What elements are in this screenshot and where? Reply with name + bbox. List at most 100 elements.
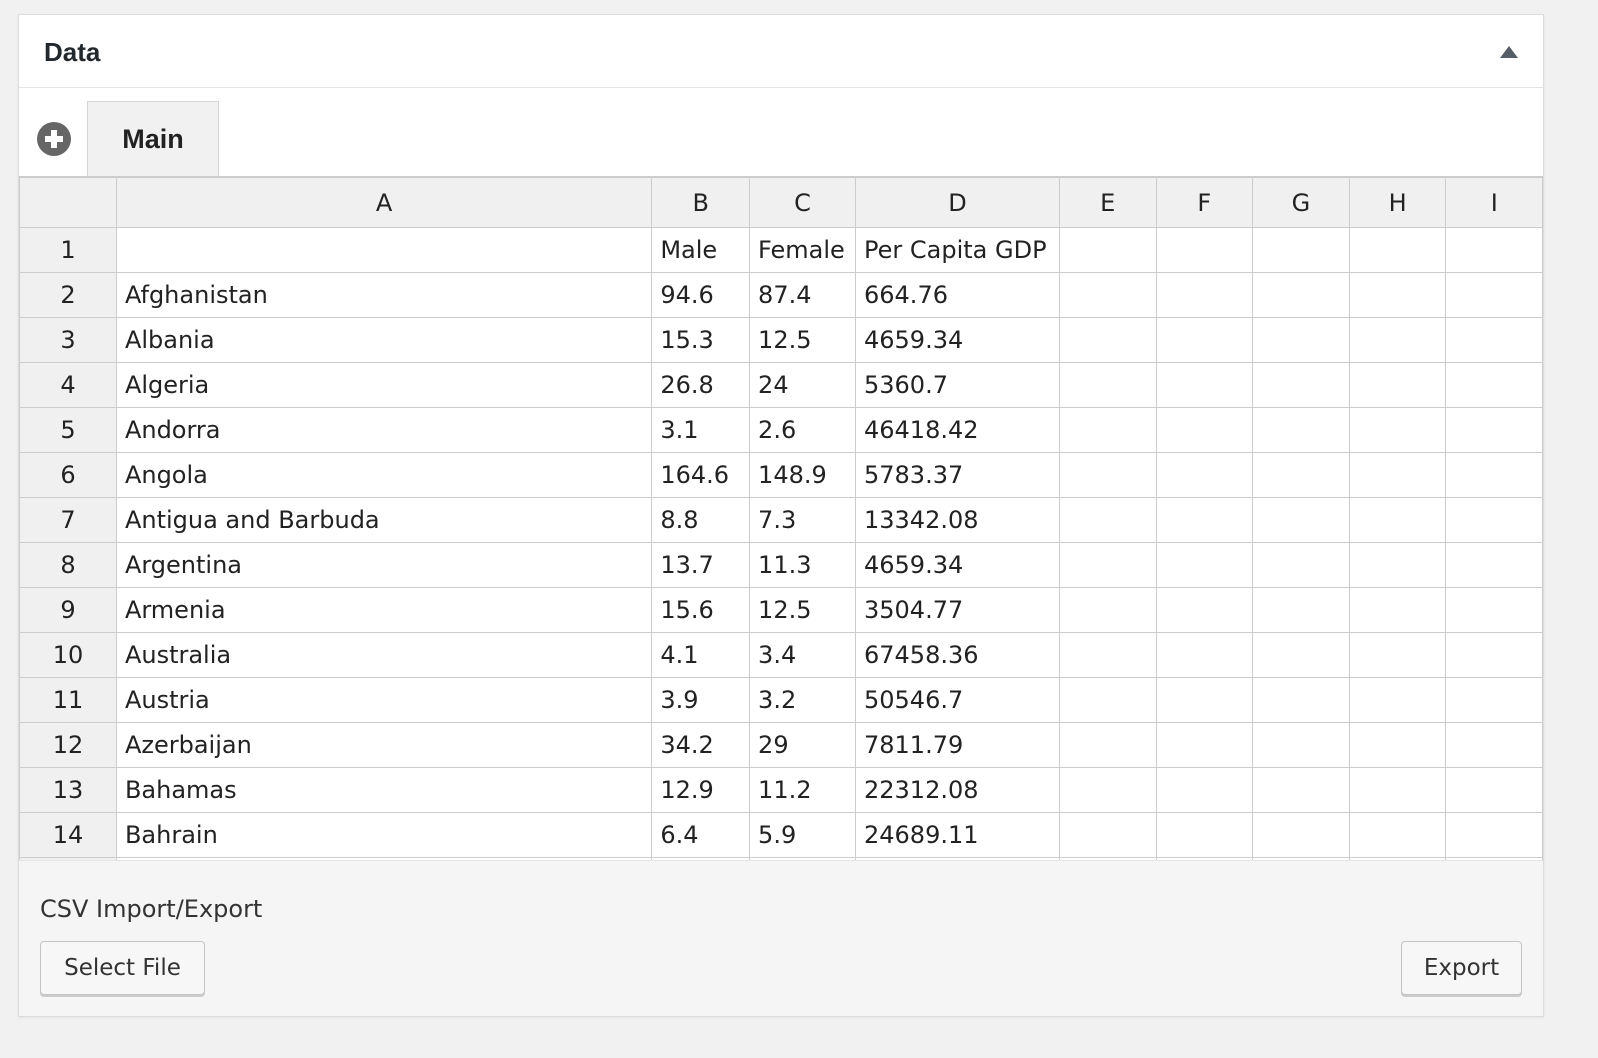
cell-d2[interactable]: 664.76 — [855, 272, 1060, 318]
cell-a11[interactable]: Austria — [115, 677, 653, 723]
cell-a9[interactable]: Armenia — [115, 587, 653, 633]
cell-e12[interactable] — [1058, 722, 1157, 768]
cell-g9[interactable] — [1252, 587, 1350, 633]
tab-main[interactable]: Main — [87, 101, 219, 176]
cell-b3[interactable]: 15.3 — [651, 317, 751, 363]
cell-d3[interactable]: 4659.34 — [855, 317, 1060, 363]
cell-i13[interactable] — [1445, 767, 1543, 813]
cell-d9[interactable]: 3504.77 — [855, 587, 1060, 633]
cell-a14[interactable]: Bahrain — [115, 812, 653, 858]
cell-g3[interactable] — [1252, 317, 1350, 363]
cell-b8[interactable]: 13.7 — [651, 542, 751, 588]
cell-b10[interactable]: 4.1 — [651, 632, 751, 678]
cell-d1[interactable]: Per Capita GDP — [855, 227, 1060, 273]
cell-d5[interactable]: 46418.42 — [855, 407, 1060, 453]
cell-g5[interactable] — [1252, 407, 1350, 453]
add-sheet-icon[interactable] — [37, 122, 71, 156]
column-header-h[interactable]: H — [1348, 177, 1447, 228]
row-header[interactable]: 14 — [19, 812, 117, 858]
cell-i5[interactable] — [1445, 407, 1543, 453]
cell-e2[interactable] — [1058, 272, 1157, 318]
cell-f8[interactable] — [1155, 542, 1254, 588]
collapse-toggle-icon[interactable] — [1500, 46, 1518, 58]
cell-g14[interactable] — [1252, 812, 1350, 858]
cell-b5[interactable]: 3.1 — [651, 407, 751, 453]
cell-i1[interactable] — [1445, 227, 1543, 273]
cell-c11[interactable]: 3.2 — [749, 677, 856, 723]
column-header-i[interactable]: I — [1445, 177, 1543, 228]
cell-h14[interactable] — [1348, 812, 1447, 858]
spreadsheet-grid[interactable]: ABCDEFGHI 1 Male Female Per Capita GDP 2 Afgh… — [19, 176, 1543, 862]
cell-i3[interactable] — [1445, 317, 1543, 363]
cell-f13[interactable] — [1155, 767, 1254, 813]
cell-b14[interactable]: 6.4 — [651, 812, 751, 858]
row-header[interactable]: 2 — [19, 272, 117, 318]
cell-d7[interactable]: 13342.08 — [855, 497, 1060, 543]
cell-d12[interactable]: 7811.79 — [855, 722, 1060, 768]
cell-e7[interactable] — [1058, 497, 1157, 543]
cell-h13[interactable] — [1348, 767, 1447, 813]
cell-f10[interactable] — [1155, 632, 1254, 678]
cell-b4[interactable]: 26.8 — [651, 362, 751, 408]
cell-c7[interactable]: 7.3 — [749, 497, 856, 543]
cell-c8[interactable]: 11.3 — [749, 542, 856, 588]
cell-i11[interactable] — [1445, 677, 1543, 723]
cell-a6[interactable]: Angola — [115, 452, 653, 498]
cell-a2[interactable]: Afghanistan — [115, 272, 653, 318]
cell-c2[interactable]: 87.4 — [749, 272, 856, 318]
cell-i7[interactable] — [1445, 497, 1543, 543]
cell-c1[interactable]: Female — [749, 227, 856, 273]
cell-e3[interactable] — [1058, 317, 1157, 363]
cell-i2[interactable] — [1445, 272, 1543, 318]
cell-c12[interactable]: 29 — [749, 722, 856, 768]
cell-f5[interactable] — [1155, 407, 1254, 453]
row-header[interactable]: 9 — [19, 587, 117, 633]
cell-c6[interactable]: 148.9 — [749, 452, 856, 498]
cell-b1[interactable]: Male — [651, 227, 751, 273]
column-header-f[interactable]: F — [1155, 177, 1254, 228]
cell-d4[interactable]: 5360.7 — [855, 362, 1060, 408]
cell-a7[interactable]: Antigua and Barbuda — [115, 497, 653, 543]
cell-g10[interactable] — [1252, 632, 1350, 678]
row-header[interactable]: 5 — [19, 407, 117, 453]
row-header[interactable]: 12 — [19, 722, 117, 768]
cell-f11[interactable] — [1155, 677, 1254, 723]
column-header-a[interactable]: A — [115, 177, 653, 228]
cell-e13[interactable] — [1058, 767, 1157, 813]
cell-g8[interactable] — [1252, 542, 1350, 588]
cell-h9[interactable] — [1348, 587, 1447, 633]
export-button[interactable]: Export — [1401, 941, 1522, 995]
cell-b11[interactable]: 3.9 — [651, 677, 751, 723]
column-header-c[interactable]: C — [749, 177, 856, 228]
cell-h2[interactable] — [1348, 272, 1447, 318]
cell-i9[interactable] — [1445, 587, 1543, 633]
cell-f2[interactable] — [1155, 272, 1254, 318]
cell-a10[interactable]: Australia — [115, 632, 653, 678]
cell-a8[interactable]: Argentina — [115, 542, 653, 588]
cell-g4[interactable] — [1252, 362, 1350, 408]
row-header[interactable]: 10 — [19, 632, 117, 678]
cell-h7[interactable] — [1348, 497, 1447, 543]
cell-g13[interactable] — [1252, 767, 1350, 813]
cell-g2[interactable] — [1252, 272, 1350, 318]
cell-e9[interactable] — [1058, 587, 1157, 633]
cell-c3[interactable]: 12.5 — [749, 317, 856, 363]
corner-cell[interactable] — [19, 177, 117, 228]
cell-f3[interactable] — [1155, 317, 1254, 363]
cell-d11[interactable]: 50546.7 — [855, 677, 1060, 723]
row-header[interactable]: 7 — [19, 497, 117, 543]
column-header-e[interactable]: E — [1058, 177, 1157, 228]
cell-c5[interactable]: 2.6 — [749, 407, 856, 453]
column-header-b[interactable]: B — [651, 177, 751, 228]
row-header[interactable]: 4 — [19, 362, 117, 408]
cell-h12[interactable] — [1348, 722, 1447, 768]
cell-e6[interactable] — [1058, 452, 1157, 498]
row-header[interactable]: 1 — [19, 227, 117, 273]
cell-e8[interactable] — [1058, 542, 1157, 588]
cell-f6[interactable] — [1155, 452, 1254, 498]
row-header[interactable]: 11 — [19, 677, 117, 723]
cell-h10[interactable] — [1348, 632, 1447, 678]
cell-d14[interactable]: 24689.11 — [855, 812, 1060, 858]
cell-h11[interactable] — [1348, 677, 1447, 723]
cell-b13[interactable]: 12.9 — [651, 767, 751, 813]
